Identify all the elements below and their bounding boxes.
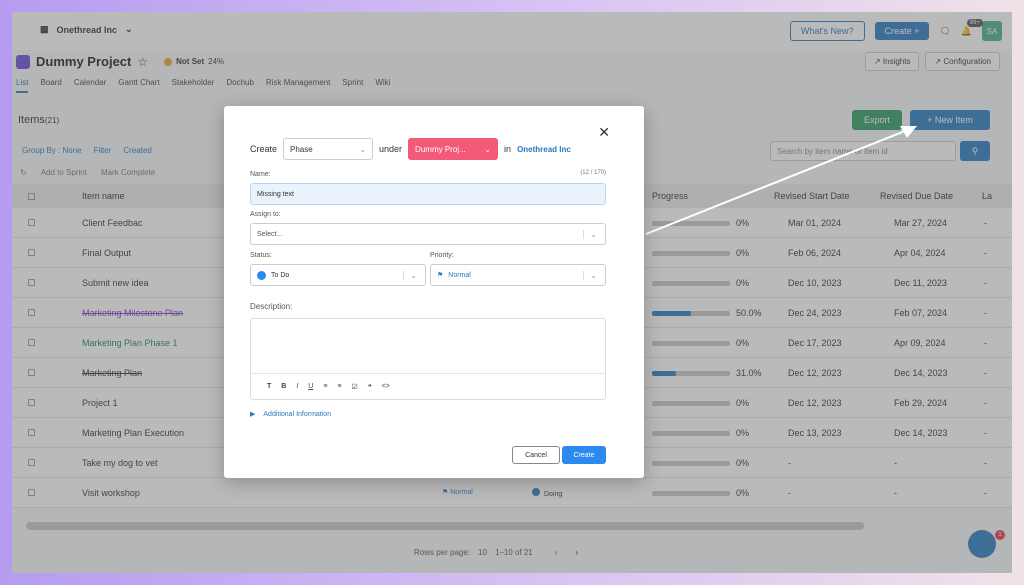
status-value: To Do <box>271 271 290 279</box>
close-icon[interactable]: ✕ <box>598 124 610 141</box>
text-format-icon[interactable]: T <box>267 383 271 390</box>
item-type-select[interactable]: Phase ⌄ <box>283 138 374 160</box>
assign-placeholder: Select... <box>257 230 283 238</box>
chevron-down-icon: ⌄ <box>583 271 597 280</box>
underline-icon[interactable]: U <box>308 383 313 390</box>
parent-value: Dummy Proj... <box>415 144 466 154</box>
item-type-value: Phase <box>290 144 313 154</box>
bold-icon[interactable]: B <box>281 383 286 390</box>
description-editor[interactable]: T B I U ≡ ≡ ☑ ❝ <> <box>250 318 606 400</box>
additional-info-toggle[interactable]: ▶ Additional Information <box>250 410 332 419</box>
numbered-list-icon[interactable]: ≡ <box>323 383 327 390</box>
name-label: Name: <box>250 171 271 178</box>
name-char-count: (12 / 170) <box>580 170 606 176</box>
status-dot-icon <box>257 270 266 280</box>
assign-select[interactable]: Select... ⌄ <box>250 223 606 245</box>
create-submit-button[interactable]: Create <box>562 446 606 464</box>
italic-icon[interactable]: I <box>296 383 298 390</box>
description-label: Description: <box>250 302 293 311</box>
create-row: Create Phase ⌄ under Dummy Proj... ⌄ in … <box>250 138 571 160</box>
org-link[interactable]: Onethread Inc <box>517 145 571 154</box>
status-select[interactable]: To Do ⌄ <box>250 264 426 286</box>
flag-icon: ⚑ <box>437 272 444 279</box>
priority-select[interactable]: ⚑ Normal ⌄ <box>430 264 606 286</box>
name-field[interactable]: Missing text <box>250 183 606 205</box>
status-label: Status: <box>250 252 272 259</box>
under-label: under <box>379 144 403 154</box>
cancel-button[interactable]: Cancel <box>512 446 560 464</box>
chevron-down-icon: ⌄ <box>583 230 597 239</box>
chevron-down-icon: ⌄ <box>403 271 417 280</box>
screen-frame: ▩ Onethread Inc ⌄ What's New? Create + 🗨… <box>12 12 1012 573</box>
chevron-down-icon: ⌄ <box>359 144 367 154</box>
create-item-modal: ✕ Create Phase ⌄ under Dummy Proj... ⌄ i… <box>224 106 644 478</box>
parent-select[interactable]: Dummy Proj... ⌄ <box>408 138 499 160</box>
code-icon[interactable]: <> <box>382 383 390 390</box>
priority-label: Priority: <box>430 252 454 259</box>
additional-info-label: Additional Information <box>263 410 332 418</box>
assign-label: Assign to: <box>250 211 281 218</box>
quote-icon[interactable]: ❝ <box>368 383 372 391</box>
checklist-icon[interactable]: ☑ <box>352 383 358 391</box>
priority-value: Normal <box>448 271 471 279</box>
editor-toolbar: T B I U ≡ ≡ ☑ ❝ <> <box>251 373 605 399</box>
caret-right-icon: ▶ <box>250 411 256 418</box>
chevron-down-icon: ⌄ <box>484 144 492 154</box>
bullet-list-icon[interactable]: ≡ <box>337 383 341 390</box>
create-label: Create <box>250 144 278 154</box>
in-label: in <box>504 144 512 154</box>
